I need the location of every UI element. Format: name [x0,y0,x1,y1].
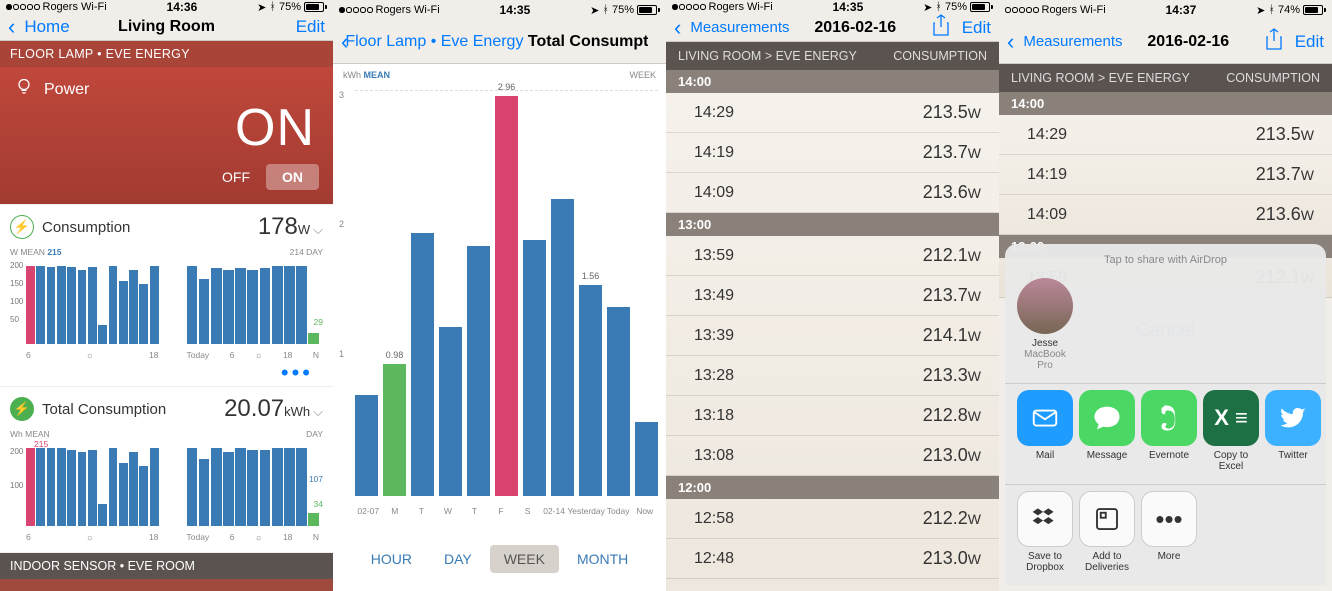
seg-week[interactable]: WEEK [490,545,559,573]
nav-bar: ‹Measurements 2016-02-16 Edit [666,14,999,42]
share-icon[interactable] [1265,28,1283,55]
back-button[interactable]: ‹Measurements [674,15,790,41]
back-button[interactable]: ‹Measurements [1007,29,1123,55]
temperature-row[interactable]: Temperature [0,579,333,591]
screen-living-room: Rogers Wi-Fi 14:36 ➤ ᚼ 75% ‹Home Living … [0,0,333,591]
consumption-value: 178W⌵ [258,213,323,241]
status-bar: Rogers Wi-Fi 14:35 ➤ᚼ75% [666,0,999,14]
clock: 14:36 [167,0,198,14]
consumption-card[interactable]: ⚡ Consumption 178W⌵ W MEAN 215 200 150 10… [0,205,333,386]
table-row[interactable]: 13:28213.3W [666,356,999,396]
status-bar: Rogers Wi-Fi 14:37 ➤ᚼ74% [999,0,1332,20]
chevron-left-icon: ‹ [8,14,15,40]
power-toggle[interactable]: OFF ON [14,164,319,190]
table-row[interactable]: 14:29213.5W [666,93,999,133]
share-action-more[interactable]: •••More [1139,491,1199,573]
back-button[interactable]: ‹Home [8,14,78,40]
carrier-label: Rogers Wi-Fi [43,1,107,13]
edit-button[interactable]: Edit [962,18,991,38]
hour-separator: 12:00 [666,476,999,499]
nav-bar: ‹Home Living Room Edit [0,14,333,41]
more-icon[interactable]: ••• [10,362,323,378]
total-consumption-value: 20.07kWh⌵ [224,395,323,423]
share-app-copy-to-excel[interactable]: X ≡Copy to Excel [1201,390,1261,472]
status-bar: Rogers Wi-Fi 14:35 ➤ᚼ75% [333,0,666,20]
status-bar: Rogers Wi-Fi 14:36 ➤ ᚼ 75% [0,0,333,14]
edit-button[interactable]: Edit [296,17,325,37]
table-row[interactable]: 13:59212.1W [666,236,999,276]
page-title: 2016-02-16 [1123,33,1254,51]
location-icon: ➤ [257,1,266,14]
power-card: Power ON OFF ON [0,67,333,204]
time-range-segment[interactable]: HOUR DAY WEEK MONTH [333,545,666,573]
indoor-sensor-head: INDOOR SENSOR • EVE ROOM [0,553,333,579]
nav-bar: ‹Measurements 2016-02-16 Edit [999,20,1332,64]
page-title: Living Room [78,18,255,36]
share-app-message[interactable]: Message [1077,390,1137,472]
breadcrumb: LIVING ROOM > EVE ENERGYCONSUMPTION [999,64,1332,92]
edit-button[interactable]: Edit [1295,32,1324,52]
share-action-save-to-dropbox[interactable]: Save to Dropbox [1015,491,1075,573]
share-icon[interactable] [932,14,950,41]
table-row[interactable]: 14:19213.7W [999,155,1332,195]
table-row[interactable]: 14:09213.6W [999,195,1332,235]
hour-separator: 14:00 [999,92,1332,115]
on-button[interactable]: ON [266,164,319,190]
measurement-list[interactable]: 14:0014:29213.5W14:19213.7W14:09213.6W13… [666,70,999,591]
airdrop-hint: Tap to share with AirDrop [1005,254,1326,266]
device-section-head: FLOOR LAMP • EVE ENERGY [0,41,333,67]
consumption-chart: W MEAN 215 200 150 100 50 6☼18 214 DAY 2… [10,247,323,362]
page-title: Floor Lamp • Eve Energy Total Consumptio… [345,33,648,51]
power-label: Power [44,81,89,99]
table-row[interactable]: 13:39214.1W [666,316,999,356]
share-app-mail[interactable]: Mail [1015,390,1075,472]
share-app-co[interactable]: Co [1325,390,1326,472]
table-row[interactable]: 12:58212.2W [666,499,999,539]
share-app-twitter[interactable]: Twitter [1263,390,1323,472]
breadcrumb: LIVING ROOM > EVE ENERGYCONSUMPTION [666,42,999,70]
bolt-filled-icon: ⚡ [10,397,34,421]
total-consumption-label: Total Consumption [42,401,166,418]
bulb-icon [14,77,34,102]
table-row[interactable]: 13:18212.8W [666,396,999,436]
seg-hour[interactable]: HOUR [357,545,426,573]
seg-month[interactable]: MONTH [563,545,642,573]
screen-total-consumption: Rogers Wi-Fi 14:35 ➤ᚼ75% ‹ Floor Lamp • … [333,0,666,591]
consumption-label: Consumption [42,219,130,236]
battery-percent: 75% [279,1,301,13]
page-title: 2016-02-16 [790,19,921,37]
nav-bar: ‹ Floor Lamp • Eve Energy Total Consumpt… [333,20,666,64]
screen-measurements: Rogers Wi-Fi 14:35 ➤ᚼ75% ‹Measurements 2… [666,0,999,591]
table-row[interactable]: 12:38214.1W [666,579,999,591]
airdrop-contact[interactable]: JesseMacBook Pro [1015,278,1075,371]
bluetooth-icon: ᚼ [269,1,276,13]
week-chart: kWh MEANWEEK 3 2 1 0.982.961.56 02-07MTW… [333,64,666,591]
hour-separator: 14:00 [666,70,999,93]
avatar-icon [1017,278,1073,334]
off-button[interactable]: OFF [206,164,266,190]
table-row[interactable]: 12:48213.0W [666,539,999,579]
seg-day[interactable]: DAY [430,545,486,573]
screen-share-sheet: Rogers Wi-Fi 14:37 ➤ᚼ74% ‹Measurements 2… [999,0,1332,591]
share-sheet: Tap to share with AirDrop JesseMacBook P… [1005,244,1326,585]
chevron-down-icon: ⌵ [313,404,323,419]
share-action-add-to-deliveries[interactable]: Add to Deliveries [1077,491,1137,573]
chevron-left-icon: ‹ [674,15,681,41]
table-row[interactable]: 14:29213.5W [999,115,1332,155]
table-row[interactable]: 14:09213.6W [666,173,999,213]
hour-separator: 13:00 [666,213,999,236]
share-app-evernote[interactable]: Evernote [1139,390,1199,472]
chevron-down-icon: ⌵ [313,222,323,237]
bolt-icon: ⚡ [10,215,34,239]
table-row[interactable]: 13:49213.7W [666,276,999,316]
total-consumption-card[interactable]: ⚡ Total Consumption 20.07kWh⌵ Wh MEAN 215… [0,387,333,552]
power-state: ON [14,98,315,158]
total-consumption-chart: Wh MEAN 215 200 100 6☼18 DAY 107 34 Toda… [10,429,323,544]
table-row[interactable]: 14:19213.7W [666,133,999,173]
table-row[interactable]: 13:08213.0W [666,436,999,476]
